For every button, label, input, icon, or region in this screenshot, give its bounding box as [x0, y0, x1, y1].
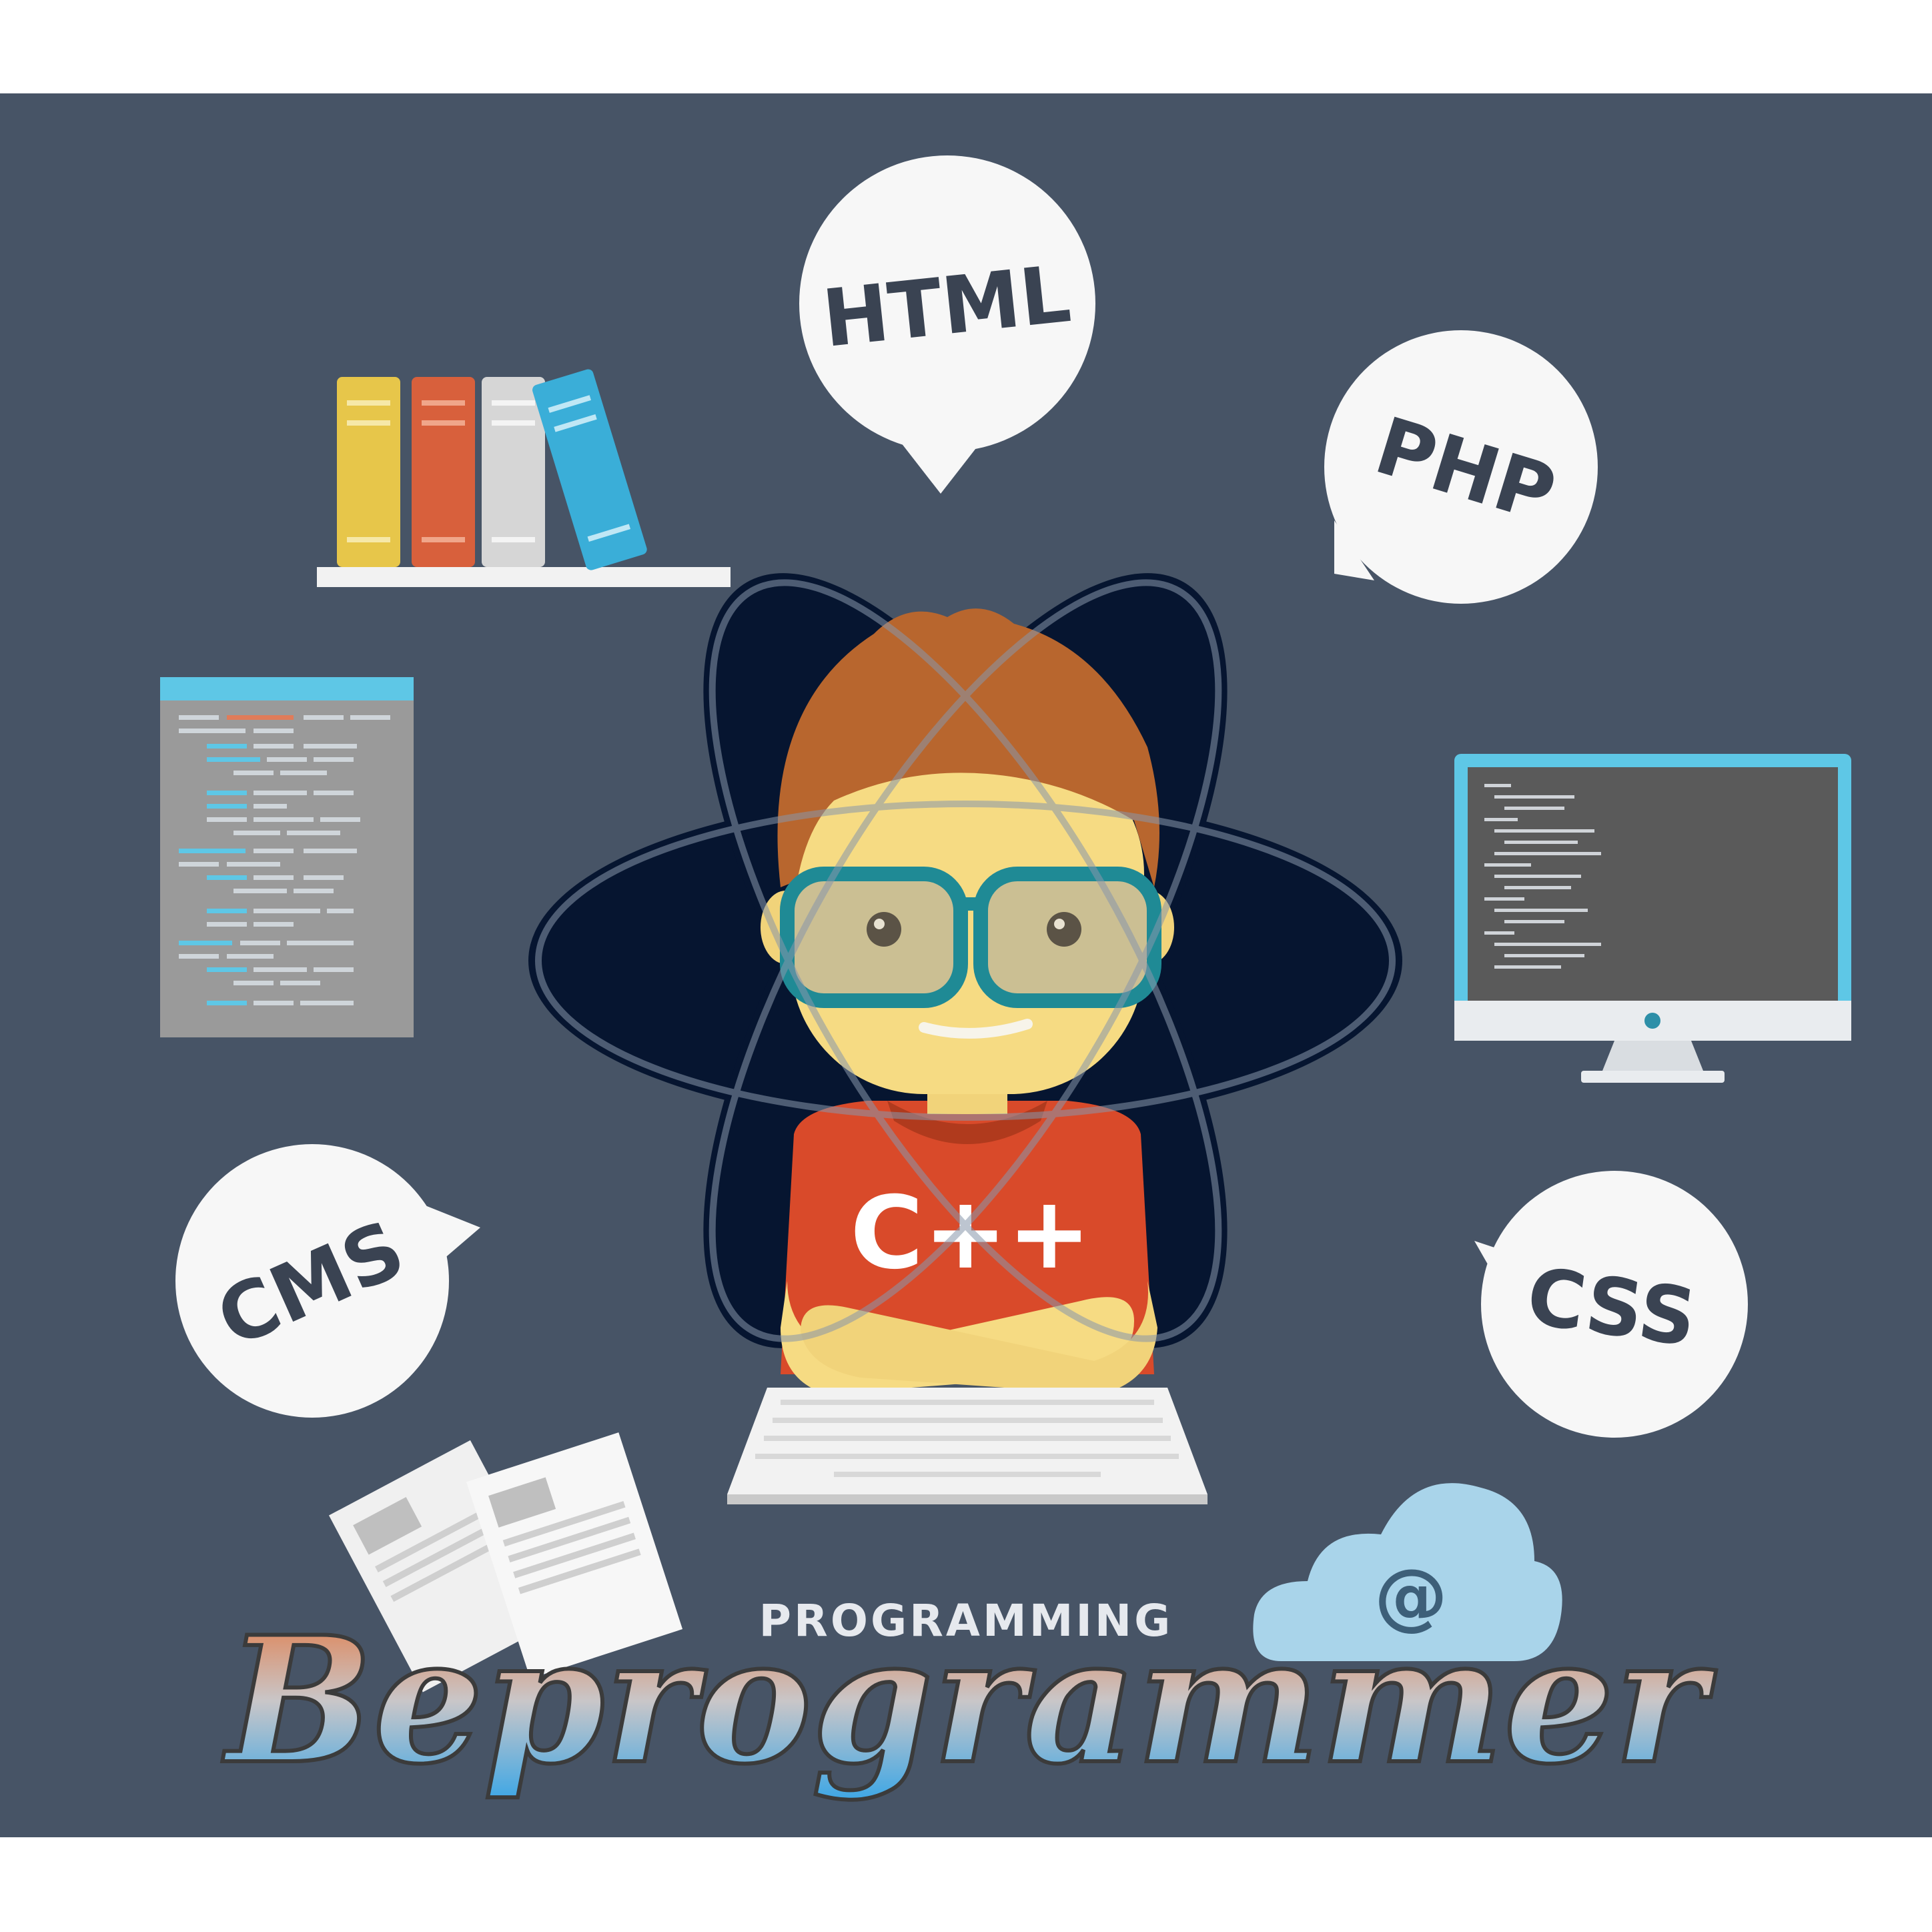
shelf [317, 567, 731, 587]
illustration-frame: HTML PHP CMS CSS C++ @ PROGRAMMING Bepro… [0, 93, 1932, 1837]
css-bubble: CSS [1474, 1171, 1748, 1438]
php-bubble: PHP [1324, 330, 1598, 604]
keyboard-icon [727, 1388, 1208, 1504]
cms-bubble: CMS [175, 1144, 480, 1418]
monitor-icon [1454, 754, 1851, 1083]
html-bubble: HTML [799, 155, 1095, 494]
bookshelf-icon [317, 369, 731, 587]
programmer-illustration: HTML PHP CMS CSS C++ @ PROGRAMMING Bepro… [160, 155, 1851, 1805]
brand-title: Beprogrammer [221, 1599, 1717, 1803]
code-document-icon [160, 677, 414, 1037]
